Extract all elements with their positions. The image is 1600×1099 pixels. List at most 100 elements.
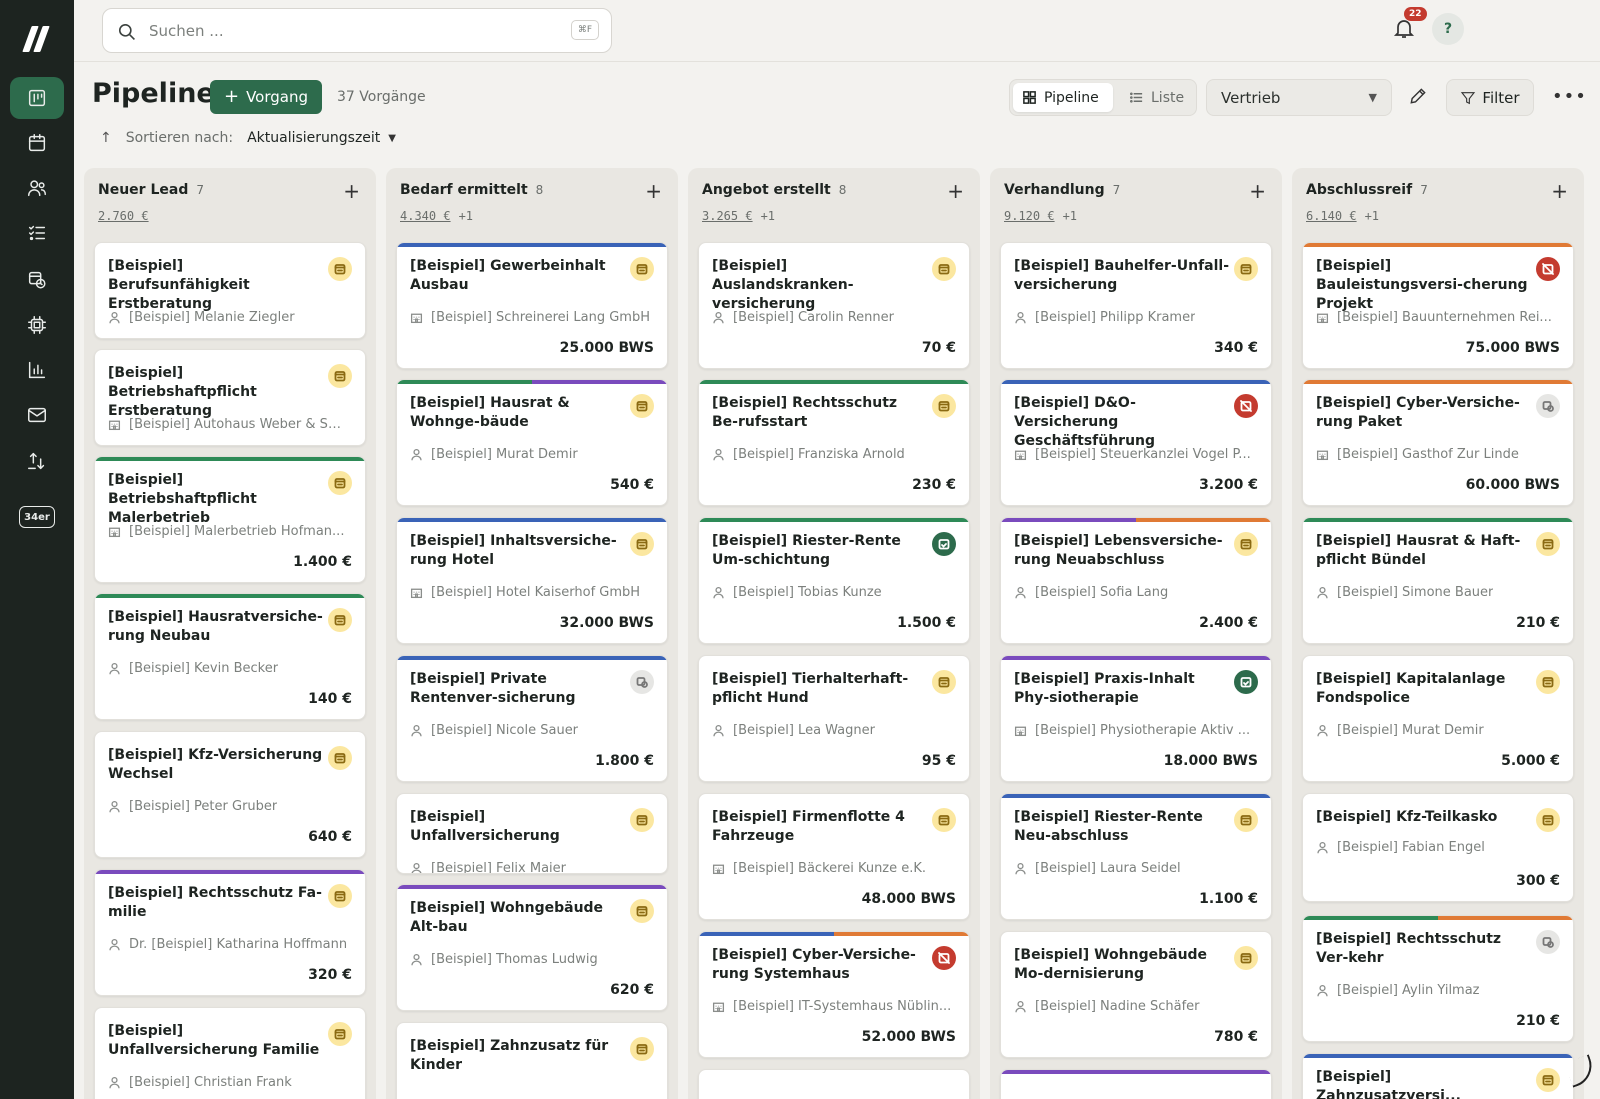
nav-import[interactable] xyxy=(10,440,64,482)
activity-status-icon[interactable] xyxy=(1234,394,1258,418)
nav-mail[interactable] xyxy=(10,394,64,436)
deal-card[interactable]: [Beispiel] Betriebshaftpflicht Erstberat… xyxy=(94,349,366,446)
nav-reports[interactable] xyxy=(10,349,64,391)
activity-status-icon[interactable] xyxy=(630,1037,654,1061)
activity-status-icon[interactable] xyxy=(1234,670,1258,694)
activity-status-icon[interactable] xyxy=(1536,808,1560,832)
deal-card[interactable]: [Beispiel] Unfallversicherung [Beispiel] … xyxy=(396,793,668,874)
activity-status-icon[interactable] xyxy=(630,257,654,281)
activity-status-icon[interactable] xyxy=(328,884,352,908)
deal-contact[interactable]: [Beispiel] Physiotherapie Aktiv ... xyxy=(1014,723,1254,738)
activity-status-icon[interactable] xyxy=(630,532,654,556)
deal-contact[interactable]: [Beispiel] Sofia Lang xyxy=(1014,585,1254,600)
deal-contact[interactable]: [Beispiel] Franziska Arnold xyxy=(712,447,952,462)
filter-button[interactable]: Filter xyxy=(1446,79,1534,116)
deal-contact[interactable]: [Beispiel] Simone Bauer xyxy=(1316,585,1556,600)
activity-status-icon[interactable] xyxy=(932,394,956,418)
deal-card[interactable]: [Beispiel] Firmenflotte 4 Fahrzeuge [Beis… xyxy=(698,793,970,920)
add-card-button[interactable]: + xyxy=(343,179,360,203)
chevron-down-icon[interactable]: ▼ xyxy=(388,133,396,144)
activity-status-icon[interactable] xyxy=(932,532,956,556)
deal-card[interactable]: [Beispiel] Cyber-Versiche-rung Paket [Bei… xyxy=(1302,379,1574,506)
more-options-icon[interactable]: ••• xyxy=(1552,86,1587,107)
deal-contact[interactable]: [Beispiel] Laura Seidel xyxy=(1014,861,1254,876)
deal-contact[interactable]: [Beispiel] Carolin Renner xyxy=(712,310,952,325)
deal-card[interactable]: [Beispiel] Zahnzusatz für Kinder xyxy=(396,1022,668,1099)
nav-pipeline[interactable] xyxy=(10,77,64,119)
deal-contact[interactable]: [Beispiel] Philipp Kramer xyxy=(1014,310,1254,325)
deal-card[interactable]: [Beispiel] Rechtsschutz Be-rufsstart [Bei… xyxy=(698,379,970,506)
add-card-button[interactable]: + xyxy=(1249,179,1266,203)
deal-contact[interactable]: [Beispiel] Christian Frank xyxy=(108,1075,348,1090)
deal-card[interactable]: [Beispiel] Bauhelfer-Unfall-versicherung… xyxy=(1000,242,1272,369)
deal-contact[interactable]: [Beispiel] Autohaus Weber & Sö... xyxy=(108,417,348,432)
view-list-button[interactable]: Liste xyxy=(1120,83,1193,112)
deal-card[interactable]: [Beispiel] Gewerbeinhalt Ausbau [Beispiel… xyxy=(396,242,668,369)
activity-status-icon[interactable] xyxy=(328,471,352,495)
deal-card[interactable]: [Beispiel] Inhaltsversiche-rung Hotel [Be… xyxy=(396,517,668,644)
activity-status-icon[interactable] xyxy=(1536,394,1560,418)
deal-card[interactable]: [Beispiel] Hausrat & Wohnge-bäude [Beispi… xyxy=(396,379,668,506)
deal-card[interactable]: [Beispiel] Wohngebäude Mo-dernisierung [B… xyxy=(1000,931,1272,1058)
deal-card[interactable]: [Beispiel] Hausratversiche-rung Neubau [B… xyxy=(94,593,366,720)
deal-contact[interactable]: [Beispiel] Bäckerei Kunze e.K. xyxy=(712,861,952,876)
nav-automation[interactable] xyxy=(10,304,64,346)
deal-contact[interactable]: [Beispiel] Steuerkanzlei Vogel P... xyxy=(1014,447,1254,462)
activity-status-icon[interactable] xyxy=(1536,930,1560,954)
deal-contact[interactable]: [Beispiel] Murat Demir xyxy=(410,447,650,462)
activity-status-icon[interactable] xyxy=(328,1022,352,1046)
deal-contact[interactable]: [Beispiel] Hotel Kaiserhof GmbH xyxy=(410,585,650,600)
sort-value[interactable]: Aktualisierungszeit xyxy=(247,130,380,146)
deal-contact[interactable]: [Beispiel] Lea Wagner xyxy=(712,723,952,738)
activity-status-icon[interactable] xyxy=(328,364,352,388)
deal-contact[interactable]: [Beispiel] Fabian Engel xyxy=(1316,840,1556,855)
deal-card[interactable]: [Beispiel] Rechtsschutz Fa-milie Dr. [Bei… xyxy=(94,869,366,996)
deal-card[interactable]: [Beispiel] Praxis-Inhalt Phy-siotherapie… xyxy=(1000,655,1272,782)
notifications-button[interactable]: 22 xyxy=(1392,7,1427,42)
deal-contact[interactable]: [Beispiel] Aylin Yilmaz xyxy=(1316,983,1556,998)
deal-card[interactable]: [Beispiel] Zahnzusatzversi... xyxy=(1302,1053,1574,1099)
activity-status-icon[interactable] xyxy=(328,608,352,632)
activity-status-icon[interactable] xyxy=(932,808,956,832)
activity-status-icon[interactable] xyxy=(1536,257,1560,281)
add-deal-button[interactable]: + Vorgang xyxy=(210,80,322,114)
deal-card[interactable]: [Beispiel] Bauleistungsversi-cherung Pro… xyxy=(1302,242,1574,369)
add-card-button[interactable]: + xyxy=(947,179,964,203)
activity-status-icon[interactable] xyxy=(1234,946,1258,970)
activity-status-icon[interactable] xyxy=(932,946,956,970)
activity-status-icon[interactable] xyxy=(328,746,352,770)
nav-contacts[interactable] xyxy=(10,167,64,209)
search-input[interactable]: Suchen ... ⌘F xyxy=(102,8,612,53)
add-card-button[interactable]: + xyxy=(1551,179,1568,203)
deal-card[interactable]: [Beispiel] Hausrat & Haft-pflicht Bündel… xyxy=(1302,517,1574,644)
activity-status-icon[interactable] xyxy=(630,808,654,832)
activity-status-icon[interactable] xyxy=(932,257,956,281)
activity-status-icon[interactable] xyxy=(630,394,654,418)
deal-card[interactable]: [Beispiel] Berufsunfähigkeit Erstberatun… xyxy=(94,242,366,339)
activity-status-icon[interactable] xyxy=(932,670,956,694)
deal-contact[interactable]: [Beispiel] Felix Maier xyxy=(410,861,650,873)
pipeline-select[interactable]: Vertrieb ▼ xyxy=(1206,79,1392,116)
activity-status-icon[interactable] xyxy=(630,899,654,923)
deal-card[interactable]: [Beispiel] Auslandskranken-versicherung[… xyxy=(698,242,970,369)
deal-contact[interactable]: [Beispiel] Gasthof Zur Linde xyxy=(1316,447,1556,462)
deal-contact[interactable]: [Beispiel] Thomas Ludwig xyxy=(410,952,650,967)
edit-pipeline-button[interactable] xyxy=(1408,86,1430,108)
app-logo[interactable] xyxy=(22,26,51,52)
deal-card[interactable]: [Beispiel] Rechtsschutz Ver-kehr [Beispie… xyxy=(1302,915,1574,1042)
activity-status-icon[interactable] xyxy=(1234,808,1258,832)
deal-card[interactable]: [Beispiel] Riester-Rente Neu-abschluss [B… xyxy=(1000,793,1272,920)
activity-status-icon[interactable] xyxy=(328,257,352,281)
deal-card[interactable]: [Beispiel] Kfz-Versicherung Wechsel [Beis… xyxy=(94,731,366,858)
deal-contact[interactable]: [Beispiel] Melanie Ziegler xyxy=(108,310,348,325)
deal-card[interactable] xyxy=(698,1069,970,1099)
deal-contact[interactable]: [Beispiel] Malerbetrieb Hofman... xyxy=(108,524,348,539)
deal-contact[interactable]: [Beispiel] IT-Systemhaus Nüblin... xyxy=(712,999,952,1014)
add-card-button[interactable]: + xyxy=(645,179,662,203)
deal-card[interactable]: [Beispiel] Kfz-Teilkasko [Beispiel] Fabia… xyxy=(1302,793,1574,902)
activity-status-icon[interactable] xyxy=(630,670,654,694)
deal-card[interactable]: [Beispiel] Wohngebäude Alt-bau [Beispiel]… xyxy=(396,884,668,1011)
nav-appointments[interactable] xyxy=(10,258,64,300)
deal-card[interactable]: [Beispiel] Betriebshaftpflicht Malerbetr… xyxy=(94,456,366,583)
activity-status-icon[interactable] xyxy=(1536,1068,1560,1092)
